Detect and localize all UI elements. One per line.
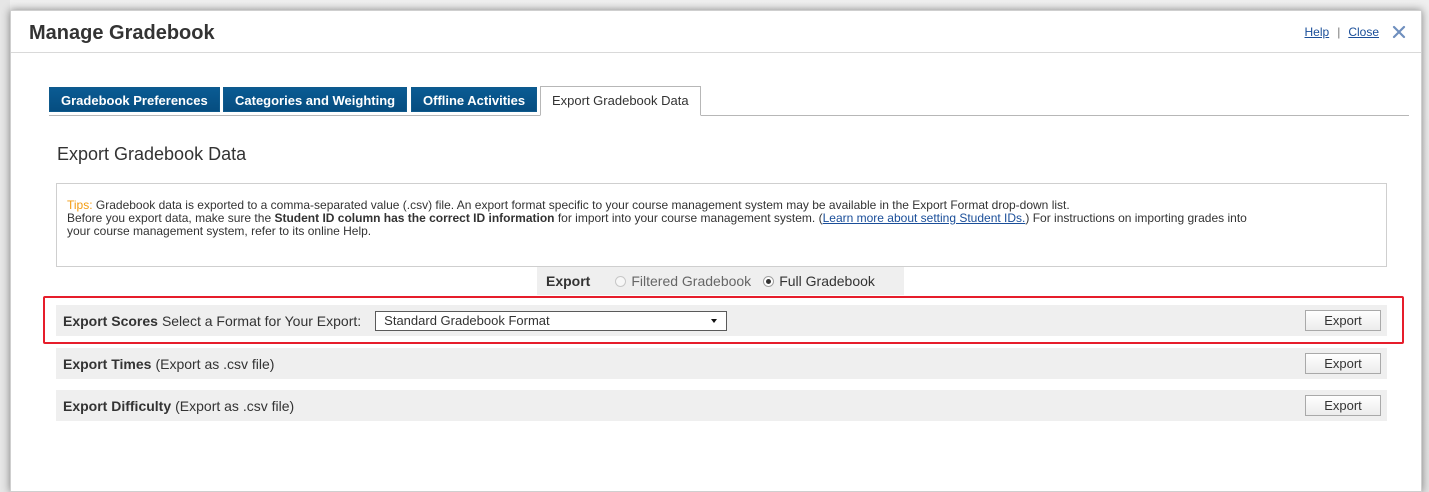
close-link[interactable]: Close	[1348, 25, 1379, 39]
export-scope-bar: Export Filtered Gradebook Full Gradebook	[537, 267, 904, 295]
export-format-value: Standard Gradebook Format	[384, 313, 550, 328]
export-scores-button[interactable]: Export	[1305, 310, 1381, 331]
tips-text-2-suffix: ) For instructions on importing grades i…	[1025, 211, 1247, 225]
tips-line-3: your course management system, refer to …	[67, 224, 372, 238]
tips-text-2-bold: Student ID column has the correct ID inf…	[274, 211, 555, 225]
export-times-description: (Export as .csv file)	[155, 355, 275, 372]
export-difficulty-row: Export Difficulty (Export as .csv file) …	[56, 390, 1387, 421]
tab-categories-and-weighting[interactable]: Categories and Weighting	[223, 87, 408, 112]
header-separator: |	[1337, 25, 1341, 39]
close-icon[interactable]	[1391, 24, 1407, 40]
background-edge	[0, 0, 10, 492]
dropdown-arrow-icon	[711, 318, 718, 323]
export-scores-title: Export Scores	[63, 312, 158, 329]
tab-export-gradebook-data[interactable]: Export Gradebook Data	[540, 86, 701, 116]
filtered-gradebook-radio	[615, 275, 627, 287]
full-gradebook-radio[interactable]	[763, 275, 775, 287]
export-scores-row: Export Scores Select a Format for Your E…	[56, 305, 1387, 336]
filtered-gradebook-option: Filtered Gradebook	[615, 273, 751, 289]
gradebook-tabs: Gradebook Preferences Categories and Wei…	[49, 77, 1409, 116]
tips-text-2-middle: for import into your course management s…	[554, 211, 823, 225]
export-difficulty-title: Export Difficulty	[63, 397, 172, 414]
export-difficulty-button[interactable]: Export	[1305, 395, 1381, 416]
export-times-title: Export Times	[63, 355, 152, 372]
export-difficulty-description: (Export as .csv file)	[175, 397, 295, 414]
full-gradebook-option[interactable]: Full Gradebook	[763, 273, 875, 289]
export-scores-description: Select a Format for Your Export:	[161, 312, 362, 329]
student-ids-help-link[interactable]: Learn more about setting Student IDs.	[823, 211, 1026, 225]
tips-text-2-prefix: Before you export data, make sure the	[67, 211, 275, 225]
full-gradebook-label[interactable]: Full Gradebook	[779, 273, 875, 289]
tips-label: Tips:	[67, 198, 93, 212]
export-scope-label: Export	[546, 273, 591, 289]
export-times-button[interactable]: Export	[1305, 353, 1381, 374]
help-link[interactable]: Help	[1305, 25, 1330, 39]
tips-box: Tips: Gradebook data is exported to a co…	[56, 183, 1387, 267]
dialog-header: Manage Gradebook Help | Close	[11, 11, 1421, 53]
page-title: Export Gradebook Data	[57, 144, 247, 164]
filtered-gradebook-label: Filtered Gradebook	[631, 273, 752, 289]
export-format-select[interactable]: Standard Gradebook Format	[375, 310, 728, 331]
tab-offline-activities[interactable]: Offline Activities	[411, 87, 538, 112]
tab-gradebook-preferences[interactable]: Gradebook Preferences	[49, 87, 220, 112]
header-links: Help | Close	[1305, 24, 1408, 40]
dialog-title: Manage Gradebook	[29, 22, 215, 44]
tips-text-1: Gradebook data is exported to a comma-se…	[95, 198, 1070, 212]
manage-gradebook-dialog: Manage Gradebook Help | Close Gradebook …	[10, 10, 1422, 492]
export-times-row: Export Times (Export as .csv file) Expor…	[56, 348, 1387, 379]
